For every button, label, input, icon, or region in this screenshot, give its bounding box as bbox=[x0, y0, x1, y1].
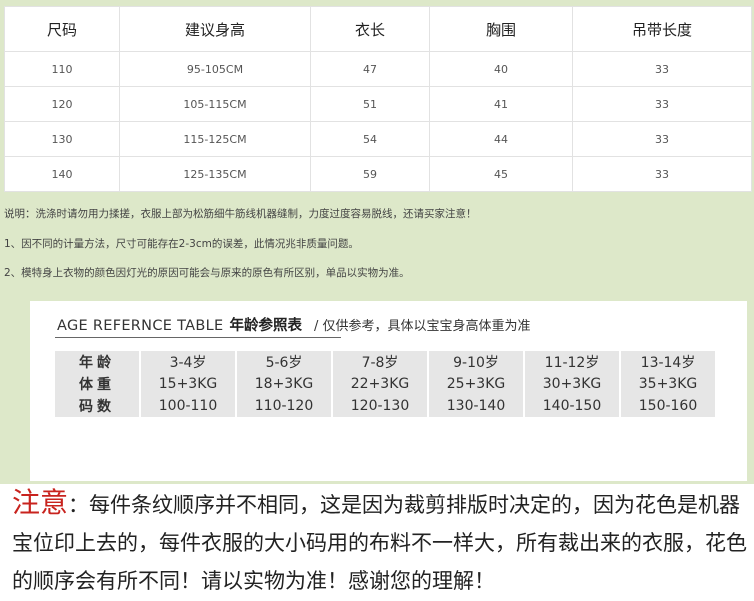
cell-size: 110 bbox=[4, 51, 120, 87]
cell-strap: 33 bbox=[572, 51, 752, 87]
age-cell: 3-4岁 bbox=[141, 351, 235, 373]
age-cell: 11-12岁 bbox=[525, 351, 619, 373]
size-cell: 130-140 bbox=[429, 395, 523, 417]
weight-cell: 22+3KG bbox=[333, 373, 427, 395]
age-row: 年龄 3-4岁 5-6岁 7-8岁 9-10岁 11-12岁 13-14岁 bbox=[55, 351, 715, 373]
table-row: 110 95-105CM 47 40 33 bbox=[4, 51, 752, 87]
age-cell: 5-6岁 bbox=[237, 351, 331, 373]
cell-length: 59 bbox=[310, 156, 430, 192]
note-color: 2、模特身上衣物的颜色因灯光的原因可能会与原来的原色有所区别，单品以实物为准。 bbox=[4, 267, 410, 279]
note-measurement: 1、因不同的计量方法，尺寸可能存在2-3cm的误差，此情况兆非质量问题。 bbox=[4, 238, 359, 250]
row-label-size: 码数 bbox=[55, 395, 139, 417]
size-table-header-row: 尺码 建议身高 衣长 胸围 吊带长度 bbox=[4, 6, 752, 52]
age-title-cn: 年龄参照表 bbox=[229, 318, 302, 334]
cell-strap: 33 bbox=[572, 86, 752, 122]
size-cell: 110-120 bbox=[237, 395, 331, 417]
age-reference-title: AGE REFERNCE TABLE 年龄参照表 / 仅供参考，具体以宝宝身高体重为… bbox=[57, 314, 530, 335]
header-chest: 胸围 bbox=[429, 6, 573, 52]
notice-tag: 注意 bbox=[12, 486, 69, 519]
cell-height: 95-105CM bbox=[119, 51, 311, 87]
header-strap: 吊带长度 bbox=[572, 6, 752, 52]
age-reference-card: AGE REFERNCE TABLE 年龄参照表 / 仅供参考，具体以宝宝身高体重为… bbox=[30, 301, 747, 481]
cell-size: 140 bbox=[4, 156, 120, 192]
cell-height: 115-125CM bbox=[119, 121, 311, 157]
size-table: 尺码 建议身高 衣长 胸围 吊带长度 110 95-105CM 47 40 33… bbox=[4, 6, 752, 192]
cell-length: 47 bbox=[310, 51, 430, 87]
age-cell: 7-8岁 bbox=[333, 351, 427, 373]
cell-size: 130 bbox=[4, 121, 120, 157]
cell-size: 120 bbox=[4, 86, 120, 122]
size-cell: 100-110 bbox=[141, 395, 235, 417]
age-cell: 13-14岁 bbox=[621, 351, 715, 373]
size-info-panel: 尺码 建议身高 衣长 胸围 吊带长度 110 95-105CM 47 40 33… bbox=[0, 0, 754, 484]
row-label-weight: 体重 bbox=[55, 373, 139, 395]
size-cell: 120-130 bbox=[333, 395, 427, 417]
weight-cell: 15+3KG bbox=[141, 373, 235, 395]
title-underline bbox=[55, 337, 341, 338]
weight-cell: 18+3KG bbox=[237, 373, 331, 395]
cell-length: 54 bbox=[310, 121, 430, 157]
table-row: 120 105-115CM 51 41 33 bbox=[4, 86, 752, 122]
note-washing: 说明：洗涤时请勿用力揉搓，衣服上部为松筋细牛筋线机器缝制，力度过度容易脱线，还请… bbox=[4, 208, 477, 220]
age-subtitle: / 仅供参考，具体以宝宝身高体重为准 bbox=[313, 319, 531, 334]
size-cell: 140-150 bbox=[525, 395, 619, 417]
cell-chest: 45 bbox=[429, 156, 573, 192]
weight-row: 体重 15+3KG 18+3KG 22+3KG 25+3KG 30+3KG 35… bbox=[55, 373, 715, 395]
age-title-en: AGE REFERNCE TABLE bbox=[57, 318, 224, 334]
size-cell: 150-160 bbox=[621, 395, 715, 417]
age-cell: 9-10岁 bbox=[429, 351, 523, 373]
header-length: 衣长 bbox=[310, 6, 430, 52]
notice-body: ：每件条纹顺序并不相同，这是因为裁剪排版时决定的，因为花色是机器宝位印上去的，每… bbox=[12, 493, 747, 593]
header-height: 建议身高 bbox=[119, 6, 311, 52]
cell-strap: 33 bbox=[572, 156, 752, 192]
cell-chest: 40 bbox=[429, 51, 573, 87]
age-reference-table: 年龄 3-4岁 5-6岁 7-8岁 9-10岁 11-12岁 13-14岁 体重… bbox=[53, 351, 717, 417]
weight-cell: 30+3KG bbox=[525, 373, 619, 395]
cell-chest: 44 bbox=[429, 121, 573, 157]
weight-cell: 35+3KG bbox=[621, 373, 715, 395]
row-label-age: 年龄 bbox=[55, 351, 139, 373]
cell-height: 105-115CM bbox=[119, 86, 311, 122]
size-row: 码数 100-110 110-120 120-130 130-140 140-1… bbox=[55, 395, 715, 417]
cell-length: 51 bbox=[310, 86, 430, 122]
cell-height: 125-135CM bbox=[119, 156, 311, 192]
header-size: 尺码 bbox=[4, 6, 120, 52]
notice-text: 注意：每件条纹顺序并不相同，这是因为裁剪排版时决定的，因为花色是机器宝位印上去的… bbox=[12, 484, 750, 600]
cell-strap: 33 bbox=[572, 121, 752, 157]
cell-chest: 41 bbox=[429, 86, 573, 122]
table-row: 130 115-125CM 54 44 33 bbox=[4, 121, 752, 157]
weight-cell: 25+3KG bbox=[429, 373, 523, 395]
table-row: 140 125-135CM 59 45 33 bbox=[4, 156, 752, 192]
